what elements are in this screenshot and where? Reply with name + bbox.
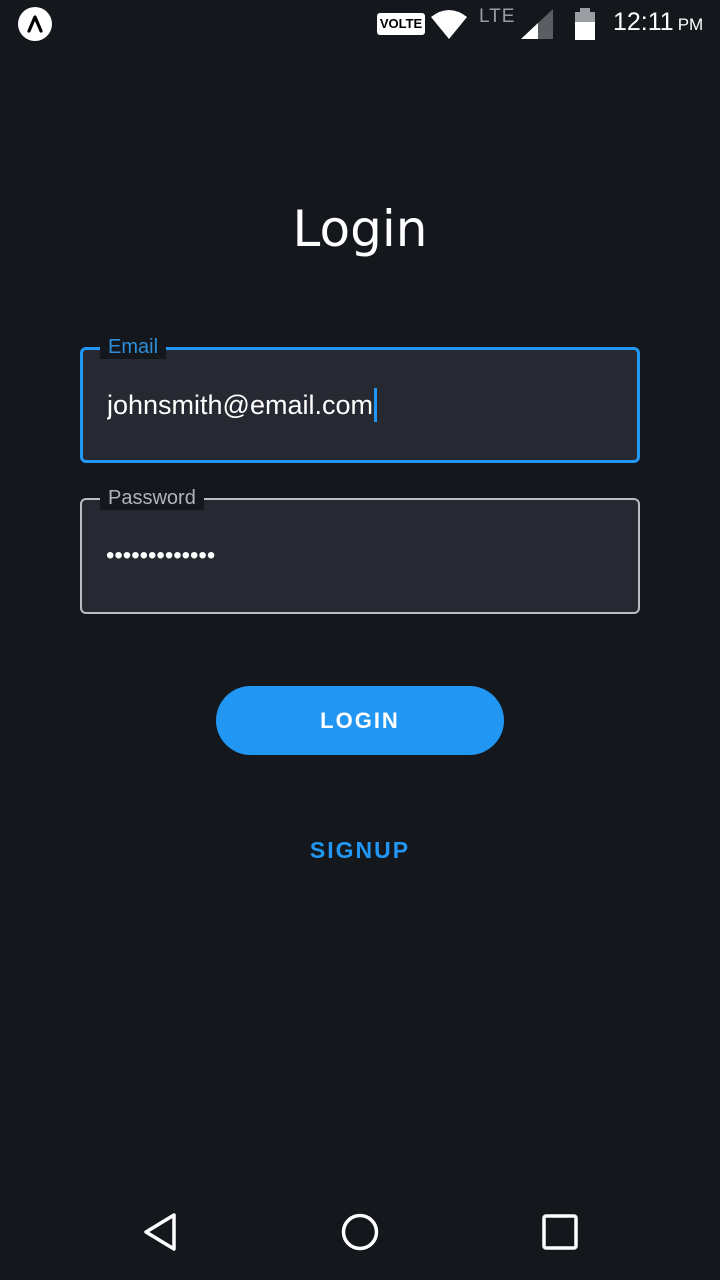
email-field[interactable]: Email johnsmith@email.com bbox=[80, 335, 640, 463]
password-input-value: ••••••••••••• bbox=[106, 542, 216, 569]
signup-button[interactable]: SIGNUP bbox=[260, 820, 460, 880]
app-launcher-icon bbox=[18, 7, 52, 41]
back-icon[interactable] bbox=[140, 1212, 180, 1252]
email-input-value: johnsmith@email.com bbox=[107, 389, 373, 420]
text-cursor bbox=[374, 388, 377, 422]
volte-badge: VOLTE bbox=[377, 13, 425, 35]
signal-icon bbox=[521, 9, 553, 39]
password-field[interactable]: Password ••••••••••••• bbox=[80, 486, 640, 614]
login-screen: VOLTE LTE 12:11 PM Login Email johnsmith@… bbox=[0, 0, 720, 1280]
clock-ampm: PM bbox=[677, 15, 704, 34]
clock-time: 12:11 bbox=[613, 8, 674, 36]
status-clock: 12:11 PM bbox=[613, 8, 703, 37]
page-title: Login bbox=[292, 200, 428, 258]
battery-icon bbox=[575, 8, 595, 40]
login-button[interactable]: LOGIN bbox=[216, 686, 504, 755]
recents-icon[interactable] bbox=[542, 1214, 578, 1250]
home-icon[interactable] bbox=[340, 1212, 380, 1252]
email-input[interactable]: johnsmith@email.com bbox=[107, 350, 607, 460]
navigation-bar bbox=[0, 1184, 720, 1280]
password-input[interactable]: ••••••••••••• bbox=[106, 500, 606, 612]
status-bar: VOLTE LTE 12:11 PM bbox=[0, 0, 720, 48]
network-type-label: LTE bbox=[479, 6, 516, 27]
wifi-icon bbox=[431, 10, 467, 39]
